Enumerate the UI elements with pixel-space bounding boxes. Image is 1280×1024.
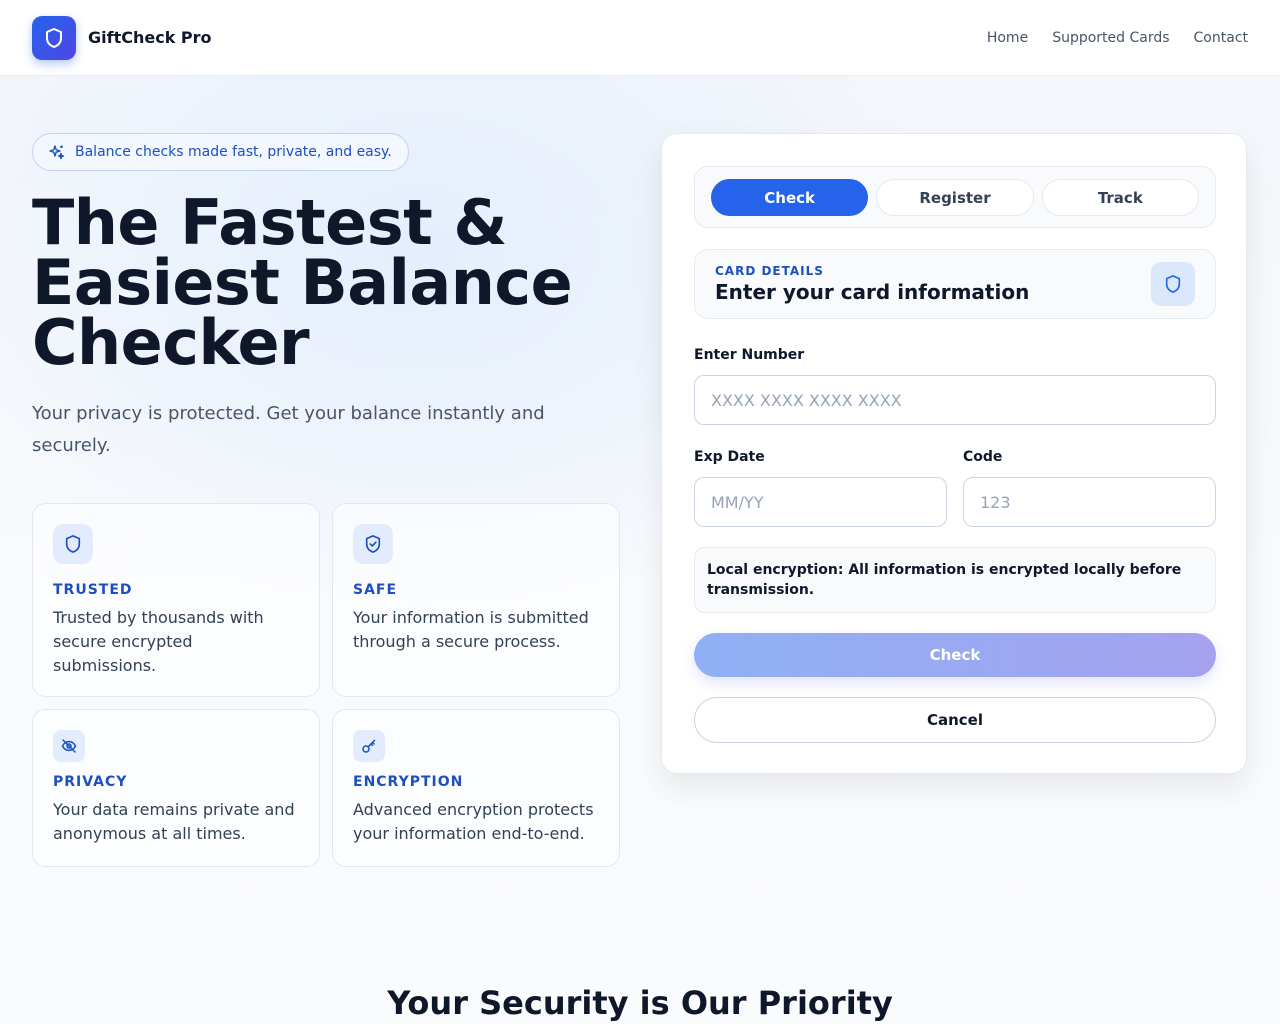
tagline-pill: Balance checks made fast, private, and e… (32, 133, 409, 171)
feature-title: PRIVACY (53, 774, 128, 790)
feature-card-trusted: TRUSTED Trusted by thousands with secure… (32, 503, 320, 697)
feature-card-privacy: PRIVACY Your data remains private and an… (32, 709, 320, 867)
card-number-input[interactable] (694, 375, 1216, 425)
mode-tabs: Check Register Track (694, 166, 1216, 228)
nav-home-link[interactable]: Home (987, 30, 1028, 46)
shield-logo-icon (32, 15, 76, 60)
tab-check[interactable]: Check (711, 179, 869, 216)
code-input[interactable] (963, 477, 1216, 527)
eye-off-icon (53, 730, 85, 762)
feature-title: SAFE (353, 582, 398, 598)
card-number-label: Enter Number (694, 347, 805, 363)
card-details-kicker: CARD DETAILS (715, 264, 824, 278)
tab-track[interactable]: Track (1041, 179, 1199, 216)
sparkles-icon (49, 145, 65, 160)
site-header: GiftCheck Pro Home Supported Cards Conta… (0, 0, 1280, 76)
feature-card-safe: SAFE Your information is submitted throu… (332, 503, 620, 697)
brand[interactable]: GiftCheck Pro (32, 15, 212, 60)
feature-title: ENCRYPTION (353, 774, 464, 790)
shield-check-icon (353, 524, 393, 564)
hero-subtitle: Your privacy is protected. Get your bala… (32, 403, 545, 456)
hero-title-line-3: Checker (32, 306, 310, 379)
balance-check-panel: Check Register Track CARD DETAILS Enter … (661, 133, 1247, 774)
shield-icon (1151, 262, 1195, 306)
main-nav: Home Supported Cards Contact (987, 30, 1248, 46)
feature-description: Advanced encryption protects your inform… (353, 800, 594, 843)
tagline-text: Balance checks made fast, private, and e… (75, 144, 392, 160)
hero-title: The Fastest & Easiest Balance Checker (32, 192, 612, 374)
encryption-notice: Local encryption: All information is enc… (694, 547, 1216, 613)
feature-title: TRUSTED (53, 582, 133, 598)
exp-date-input[interactable] (694, 477, 947, 527)
nav-contact-link[interactable]: Contact (1194, 30, 1248, 46)
exp-date-label: Exp Date (694, 449, 765, 465)
nav-supported-cards-link[interactable]: Supported Cards (1052, 30, 1169, 46)
code-label: Code (963, 449, 1003, 465)
card-details-header: CARD DETAILS Enter your card information (694, 249, 1216, 319)
feature-description: Your data remains private and anonymous … (53, 800, 295, 843)
card-details-title: Enter your card information (715, 280, 1030, 304)
shield-icon (53, 524, 93, 564)
check-button[interactable]: Check (694, 633, 1216, 677)
feature-card-encryption: ENCRYPTION Advanced encryption protects … (332, 709, 620, 867)
security-section-title: Your Security is Our Priority (387, 984, 893, 1022)
brand-name: GiftCheck Pro (88, 28, 212, 47)
tab-register[interactable]: Register (876, 179, 1034, 216)
cancel-button[interactable]: Cancel (694, 697, 1216, 743)
key-icon (353, 730, 385, 762)
feature-description: Your information is submitted through a … (353, 608, 589, 651)
feature-description: Trusted by thousands with secure encrypt… (53, 608, 264, 675)
